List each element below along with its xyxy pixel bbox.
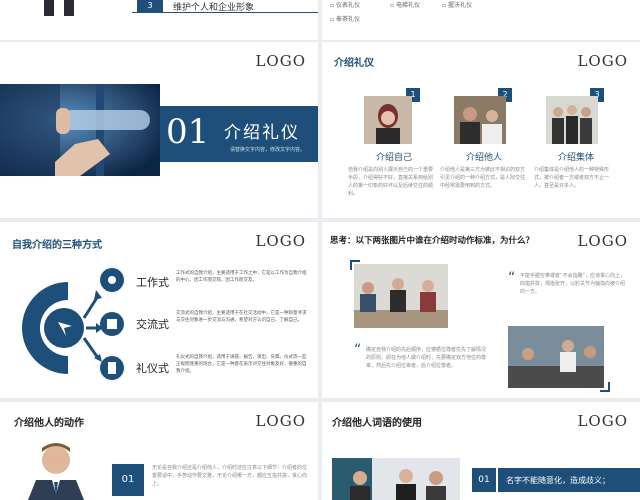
section-title: 介绍礼仪 <box>224 123 300 143</box>
businessman-photo <box>12 436 92 500</box>
word-text: 名字不能随意化，造成歧义； <box>506 476 610 485</box>
way-label: 交流式 <box>136 318 169 331</box>
slide-row1-right[interactable]: ▫ 仪表礼仪 ▫ 电梯礼仪 ▫ 握沃礼仪 ▫ 奉茶礼仪 <box>322 0 640 40</box>
etiquette-item: ▫ 握沃礼仪 <box>442 2 472 9</box>
logo: LOGO <box>577 232 628 250</box>
section-number: 01 <box>166 112 210 152</box>
slide-intro[interactable]: LOGO 01 介绍礼仪 请替换文字内容，修改文字内容。 <box>0 42 318 218</box>
handshake-photo <box>0 84 160 176</box>
team-photo-2 <box>508 326 604 388</box>
slide-intro-types[interactable]: 介绍礼仪 LOGO 1 介绍自己 自我介绍是向别人展示自己的一个重要手段，介绍得… <box>322 42 640 218</box>
ceremony-icon <box>100 356 124 380</box>
exchange-icon <box>100 312 124 336</box>
number-box: 01 <box>472 468 496 492</box>
quote-icon: “ <box>508 270 516 286</box>
way-text: 礼仪式的自我介绍，适用于讲座、报告、演出、庆典、仪式等一些正规而隆重的场合，它是… <box>176 355 307 374</box>
section-subtitle: 请替换文字内容，修改文字内容。 <box>230 147 306 153</box>
logo: LOGO <box>255 232 306 250</box>
point-text: 维护个人和企业形象 <box>173 3 255 13</box>
logo: LOGO <box>577 52 628 70</box>
slide-row1-left[interactable]: 3 维护个人和企业形象 <box>0 0 318 40</box>
card-label: 介绍集体 <box>557 153 594 163</box>
number-badge: 3 <box>137 0 163 12</box>
slide-action[interactable]: 介绍他人的动作 LOGO 01 无论是自我介绍还是介绍他人，介绍时还应注意以下细… <box>0 402 318 500</box>
group-photo <box>546 96 598 144</box>
way-label: 礼仪式 <box>136 362 169 375</box>
etiquette-item: ▫ 奉茶礼仪 <box>330 16 360 23</box>
meeting-photo <box>454 96 506 144</box>
etiquette-item: ▫ 电梯礼仪 <box>390 2 420 9</box>
etiquette-item: ▫ 仪表礼仪 <box>330 2 360 9</box>
logo: LOGO <box>255 52 306 70</box>
card-label: 介绍自己 <box>375 153 412 163</box>
slide-think[interactable]: 思考：以下两张图片中谁在介绍时动作标准，为什么？ LOGO “ 不能手握空拳或者… <box>322 222 640 398</box>
card-text: 介绍他人是第三方为彼此不相识的双方引见介绍的一种介绍方式，是人际交往中经常需要用… <box>440 167 526 189</box>
team-photo-1 <box>354 264 448 328</box>
office-photo <box>332 458 460 500</box>
card-text: 自我介绍是向别人展示自己的一个重要手段，介绍得好不好，直接关系到给别人的第一印象… <box>348 167 434 197</box>
way-label: 工作式 <box>136 276 169 289</box>
way-text: 交流式的自我介绍，主要适用于在社交活动中，它是一种刻意寻求与交往对象进一步交流与… <box>176 311 307 323</box>
slide-title: 介绍他人的动作 <box>14 418 84 429</box>
quote-text-1: 不能手握空拳或者“不会指路”，应该掌心向上，四指并拢，拇指张开，以肘关节为轴指向… <box>520 273 626 295</box>
slide-title: 自我介绍的三种方式 <box>12 240 102 251</box>
way-text: 工作式的自我介绍，主要适用于工作之中，它是以工作为自我介绍的中心，因工作而交际，… <box>176 271 307 283</box>
slide-words[interactable]: 介绍他人词语的使用 LOGO 01 名字不能随意化，造成歧义； <box>322 402 640 500</box>
logo: LOGO <box>255 412 306 430</box>
woman-photo <box>364 96 412 144</box>
person-legs-graphic <box>44 0 74 16</box>
slide-title: 思考：以下两张图片中谁在介绍时动作标准，为什么？ <box>330 236 535 246</box>
card-label: 介绍他人 <box>465 153 502 163</box>
quote-text-2: 确定自我介绍的先后顺序，应遵循位尊者优先了解情况的原则，即在为他人做介绍时，先要… <box>366 347 487 369</box>
number-box: 01 <box>112 464 144 496</box>
work-icon <box>100 268 124 292</box>
slide-title: 介绍礼仪 <box>334 58 374 69</box>
quote-icon: “ <box>354 342 362 358</box>
slide-title: 介绍他人词语的使用 <box>332 418 422 429</box>
card-text: 介绍集体是介绍他人的一种特殊形式，被介绍者一方或者双方不止一人，甚至是许多人。 <box>534 167 610 189</box>
logo: LOGO <box>577 412 628 430</box>
bracket <box>600 382 610 392</box>
slide-three-ways[interactable]: 自我介绍的三种方式 LOGO 工作式 工作式的自我介绍，主要适用于工作之中，它是… <box>0 222 318 398</box>
action-text: 无论是自我介绍还是介绍他人，介绍时还应注意以下细节：介绍者的位置要适中，手势动作… <box>152 465 308 487</box>
